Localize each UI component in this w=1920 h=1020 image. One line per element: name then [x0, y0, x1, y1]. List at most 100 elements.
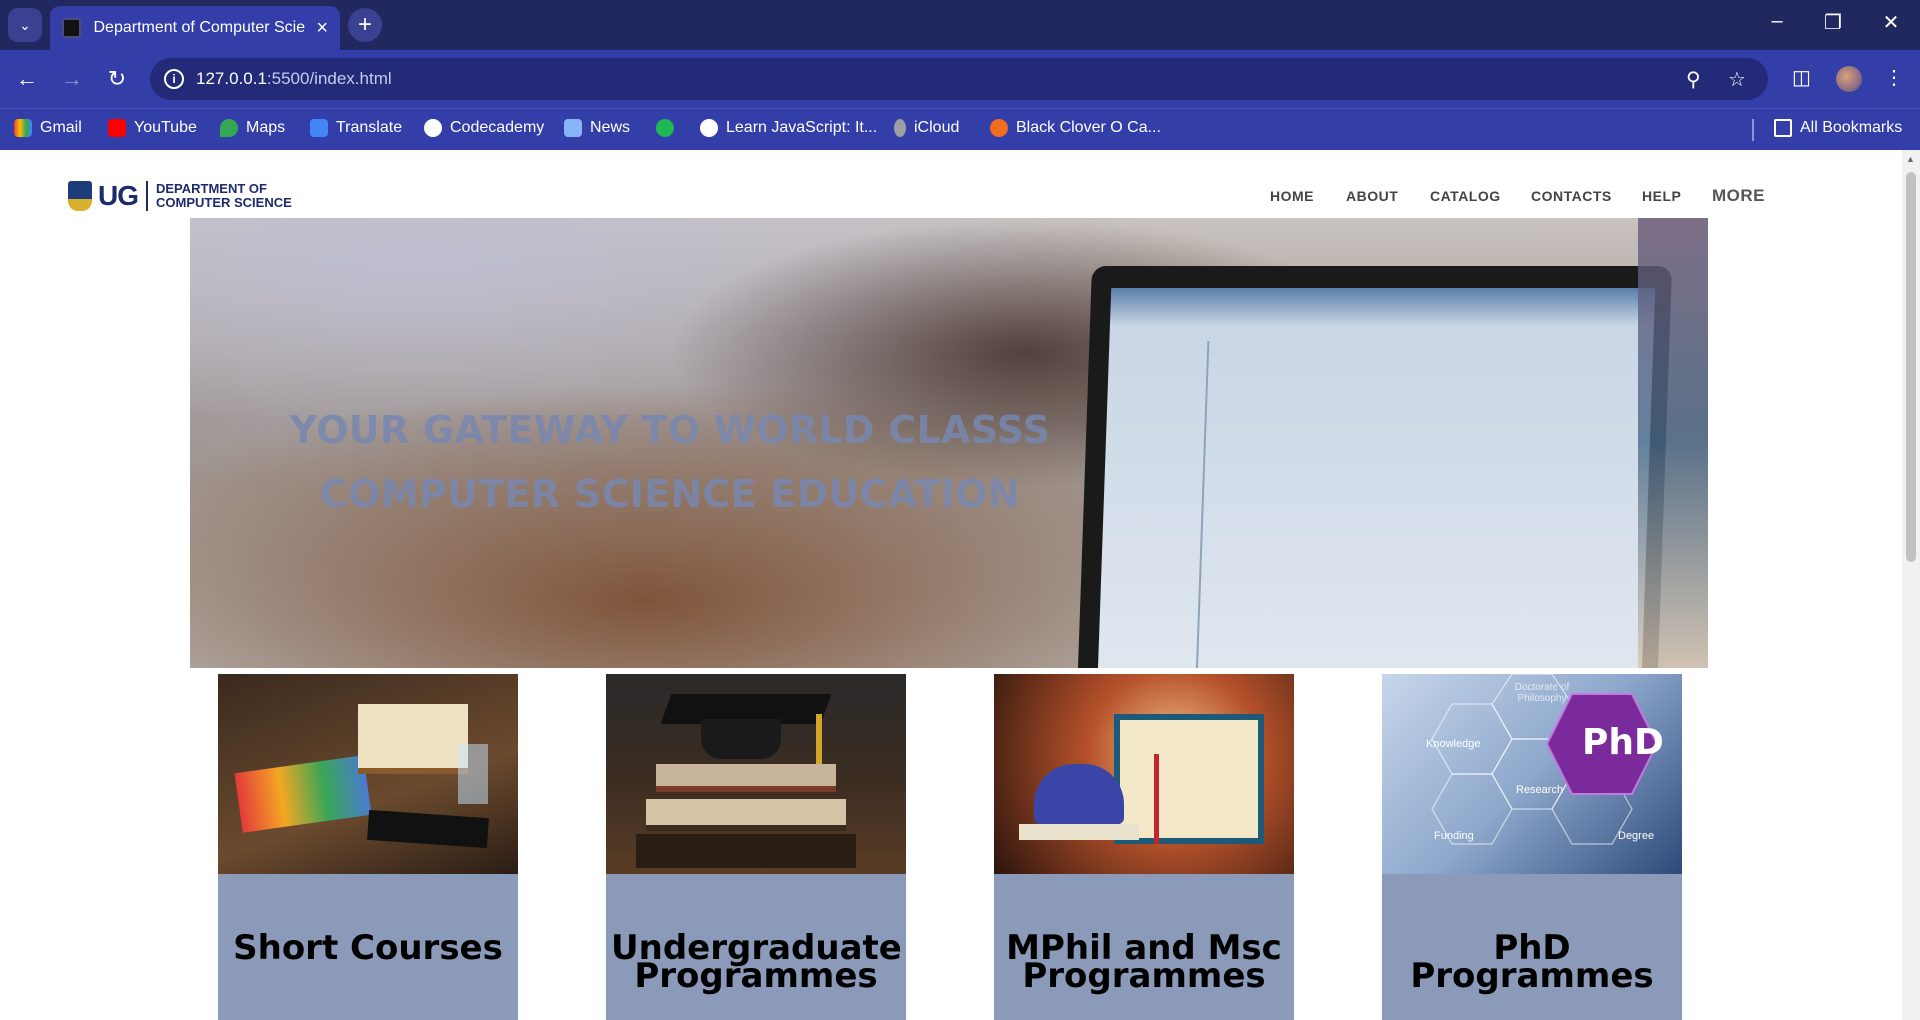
bookmark-label: YouTube [134, 119, 197, 136]
active-tab[interactable]: Department of Computer Scier × [50, 6, 340, 50]
close-icon[interactable]: × [316, 17, 328, 40]
bookmark-learn-javascript[interactable]: Learn JavaScript: It... [700, 119, 877, 137]
bookmark-label: Translate [336, 119, 403, 136]
nav-about[interactable]: ABOUT [1346, 188, 1398, 204]
scrollbar-thumb[interactable] [1906, 172, 1916, 562]
nav-contacts[interactable]: CONTACTS [1531, 188, 1612, 204]
maps-icon [220, 119, 238, 137]
bookmark-label: News [590, 119, 631, 136]
all-bookmarks[interactable]: All Bookmarks [1774, 119, 1902, 137]
side-panel-icon[interactable]: ◫ [1792, 65, 1811, 90]
card-title: Short Courses [233, 928, 503, 968]
window-close-icon[interactable]: ✕ [1876, 10, 1906, 35]
page-viewport: UG DEPARTMENT OF COMPUTER SCIENCE HOME A… [0, 150, 1920, 1020]
phd-top-text: Doctorate of Philosophy [1514, 682, 1570, 704]
logo-line-2: COMPUTER SCIENCE [156, 195, 292, 210]
bookmarks-separator [1752, 119, 1754, 141]
bookmark-codecademy[interactable]: Codecademy [424, 119, 544, 137]
site-logo[interactable]: UG DEPARTMENT OF COMPUTER SCIENCE [68, 180, 292, 212]
bookmark-label: Black Clover O Ca... [1016, 119, 1161, 136]
undergraduate-image [606, 674, 906, 874]
spotify-icon [656, 119, 674, 137]
bookmark-icloud[interactable]: iCloud [894, 119, 959, 137]
bookmark-label: Maps [246, 119, 286, 136]
plus-icon: + [357, 11, 372, 38]
arrow-left-icon[interactable]: ← [12, 64, 42, 94]
new-tab-button[interactable]: + [348, 8, 382, 42]
bookmark-label: iCloud [914, 119, 960, 136]
short-courses-image [218, 674, 518, 874]
bookmark-translate[interactable]: Translate [310, 119, 402, 137]
browser-toolbar: ← → ↻ i 127.0.0.1:5500/index.html ⚲ ☆ ◫ … [0, 50, 1920, 108]
url-text[interactable]: 127.0.0.1:5500/index.html [196, 69, 392, 89]
phd-research-text: Research [1516, 784, 1564, 796]
bookmark-label: Gmail [40, 119, 82, 136]
arrow-right-icon[interactable]: → [57, 64, 87, 94]
profile-avatar[interactable] [1836, 66, 1862, 92]
news-icon [564, 119, 582, 137]
globe-icon [424, 119, 442, 137]
hero-laptop-image [1077, 266, 1673, 668]
logo-line-1: DEPARTMENT OF [156, 181, 267, 196]
kebab-menu-icon[interactable]: ⋮ [1884, 65, 1904, 90]
hero-banner: YOUR GATEWAY TO WORLD CLASSS COMPUTER SC… [190, 218, 1708, 668]
bookmark-spotify[interactable] [656, 119, 682, 137]
crest-icon [68, 181, 92, 211]
hero-heading: YOUR GATEWAY TO WORLD CLASSS COMPUTER SC… [289, 408, 1051, 516]
gmail-icon [14, 119, 32, 137]
crunchyroll-icon [990, 119, 1008, 137]
site-favicon-icon [62, 18, 82, 38]
card-label: MPhil and Msc Programmes [994, 874, 1294, 1020]
tab-strip: ⌄ Department of Computer Scier × + – ❐ ✕ [0, 0, 1920, 50]
bookmark-black-clover[interactable]: Black Clover O Ca... [990, 119, 1161, 137]
reload-icon[interactable]: ↻ [102, 64, 132, 94]
card-title: Undergraduate Programmes [611, 928, 902, 996]
mphil-msc-image [994, 674, 1294, 874]
card-label: Undergraduate Programmes [606, 874, 906, 1020]
card-label: PhD Programmes [1382, 874, 1682, 1020]
logo-divider [146, 181, 148, 211]
bookmark-label: Learn JavaScript: It... [726, 119, 878, 136]
bookmark-label: All Bookmarks [1800, 119, 1903, 136]
card-title: MPhil and Msc Programmes [1006, 928, 1282, 996]
phd-knowledge-text: Knowledge [1426, 738, 1481, 750]
bookmark-maps[interactable]: Maps [220, 119, 285, 137]
zoom-icon[interactable]: ⚲ [1686, 67, 1701, 92]
youtube-icon [108, 119, 126, 137]
logo-department: DEPARTMENT OF COMPUTER SCIENCE [156, 182, 292, 210]
logo-ug: UG [98, 180, 139, 211]
nav-more[interactable]: MORE [1712, 186, 1765, 206]
bookmark-youtube[interactable]: YouTube [108, 119, 197, 137]
bookmark-gmail[interactable]: Gmail [14, 119, 82, 137]
bookmark-label: Codecademy [450, 119, 545, 136]
card-undergraduate[interactable]: Undergraduate Programmes [606, 674, 906, 1020]
translate-icon [310, 119, 328, 137]
tab-search-button[interactable]: ⌄ [8, 8, 42, 42]
nav-home[interactable]: HOME [1270, 188, 1314, 204]
card-mphil-msc[interactable]: MPhil and Msc Programmes [994, 674, 1294, 1020]
tab-title: Department of Computer Scier [93, 19, 307, 36]
globe-icon [700, 119, 718, 137]
phd-hexagon-graphic [1431, 674, 1659, 845]
url-path: :5500/index.html [266, 69, 392, 88]
bookmarks-bar: Gmail YouTube Maps Translate Codecademy … [0, 108, 1920, 150]
phd-degree-text: Degree [1618, 830, 1655, 842]
nav-catalog[interactable]: CATALOG [1430, 188, 1501, 204]
scroll-up-icon[interactable]: ▲ [1906, 154, 1915, 164]
card-short-courses[interactable]: Short Courses [218, 674, 518, 1020]
address-bar[interactable]: i 127.0.0.1:5500/index.html ⚲ ☆ [150, 58, 1768, 100]
card-title: PhD Programmes [1410, 928, 1654, 996]
nav-help[interactable]: HELP [1642, 188, 1681, 204]
card-phd[interactable]: PhD Doctorate of Philosophy Knowledge Re… [1382, 674, 1682, 1020]
hero-person-image [1638, 218, 1708, 668]
info-icon[interactable]: i [164, 69, 184, 89]
chevron-down-icon: ⌄ [19, 16, 31, 33]
star-icon[interactable]: ☆ [1728, 67, 1746, 92]
page-scrollbar[interactable]: ▲ [1902, 150, 1920, 1020]
phd-badge-text: PhD [1582, 722, 1664, 763]
minimize-icon[interactable]: – [1762, 10, 1792, 33]
card-label: Short Courses [218, 874, 518, 1020]
restore-icon[interactable]: ❐ [1818, 10, 1848, 35]
bookmark-news[interactable]: News [564, 119, 630, 137]
laptop-screen [1097, 288, 1656, 668]
